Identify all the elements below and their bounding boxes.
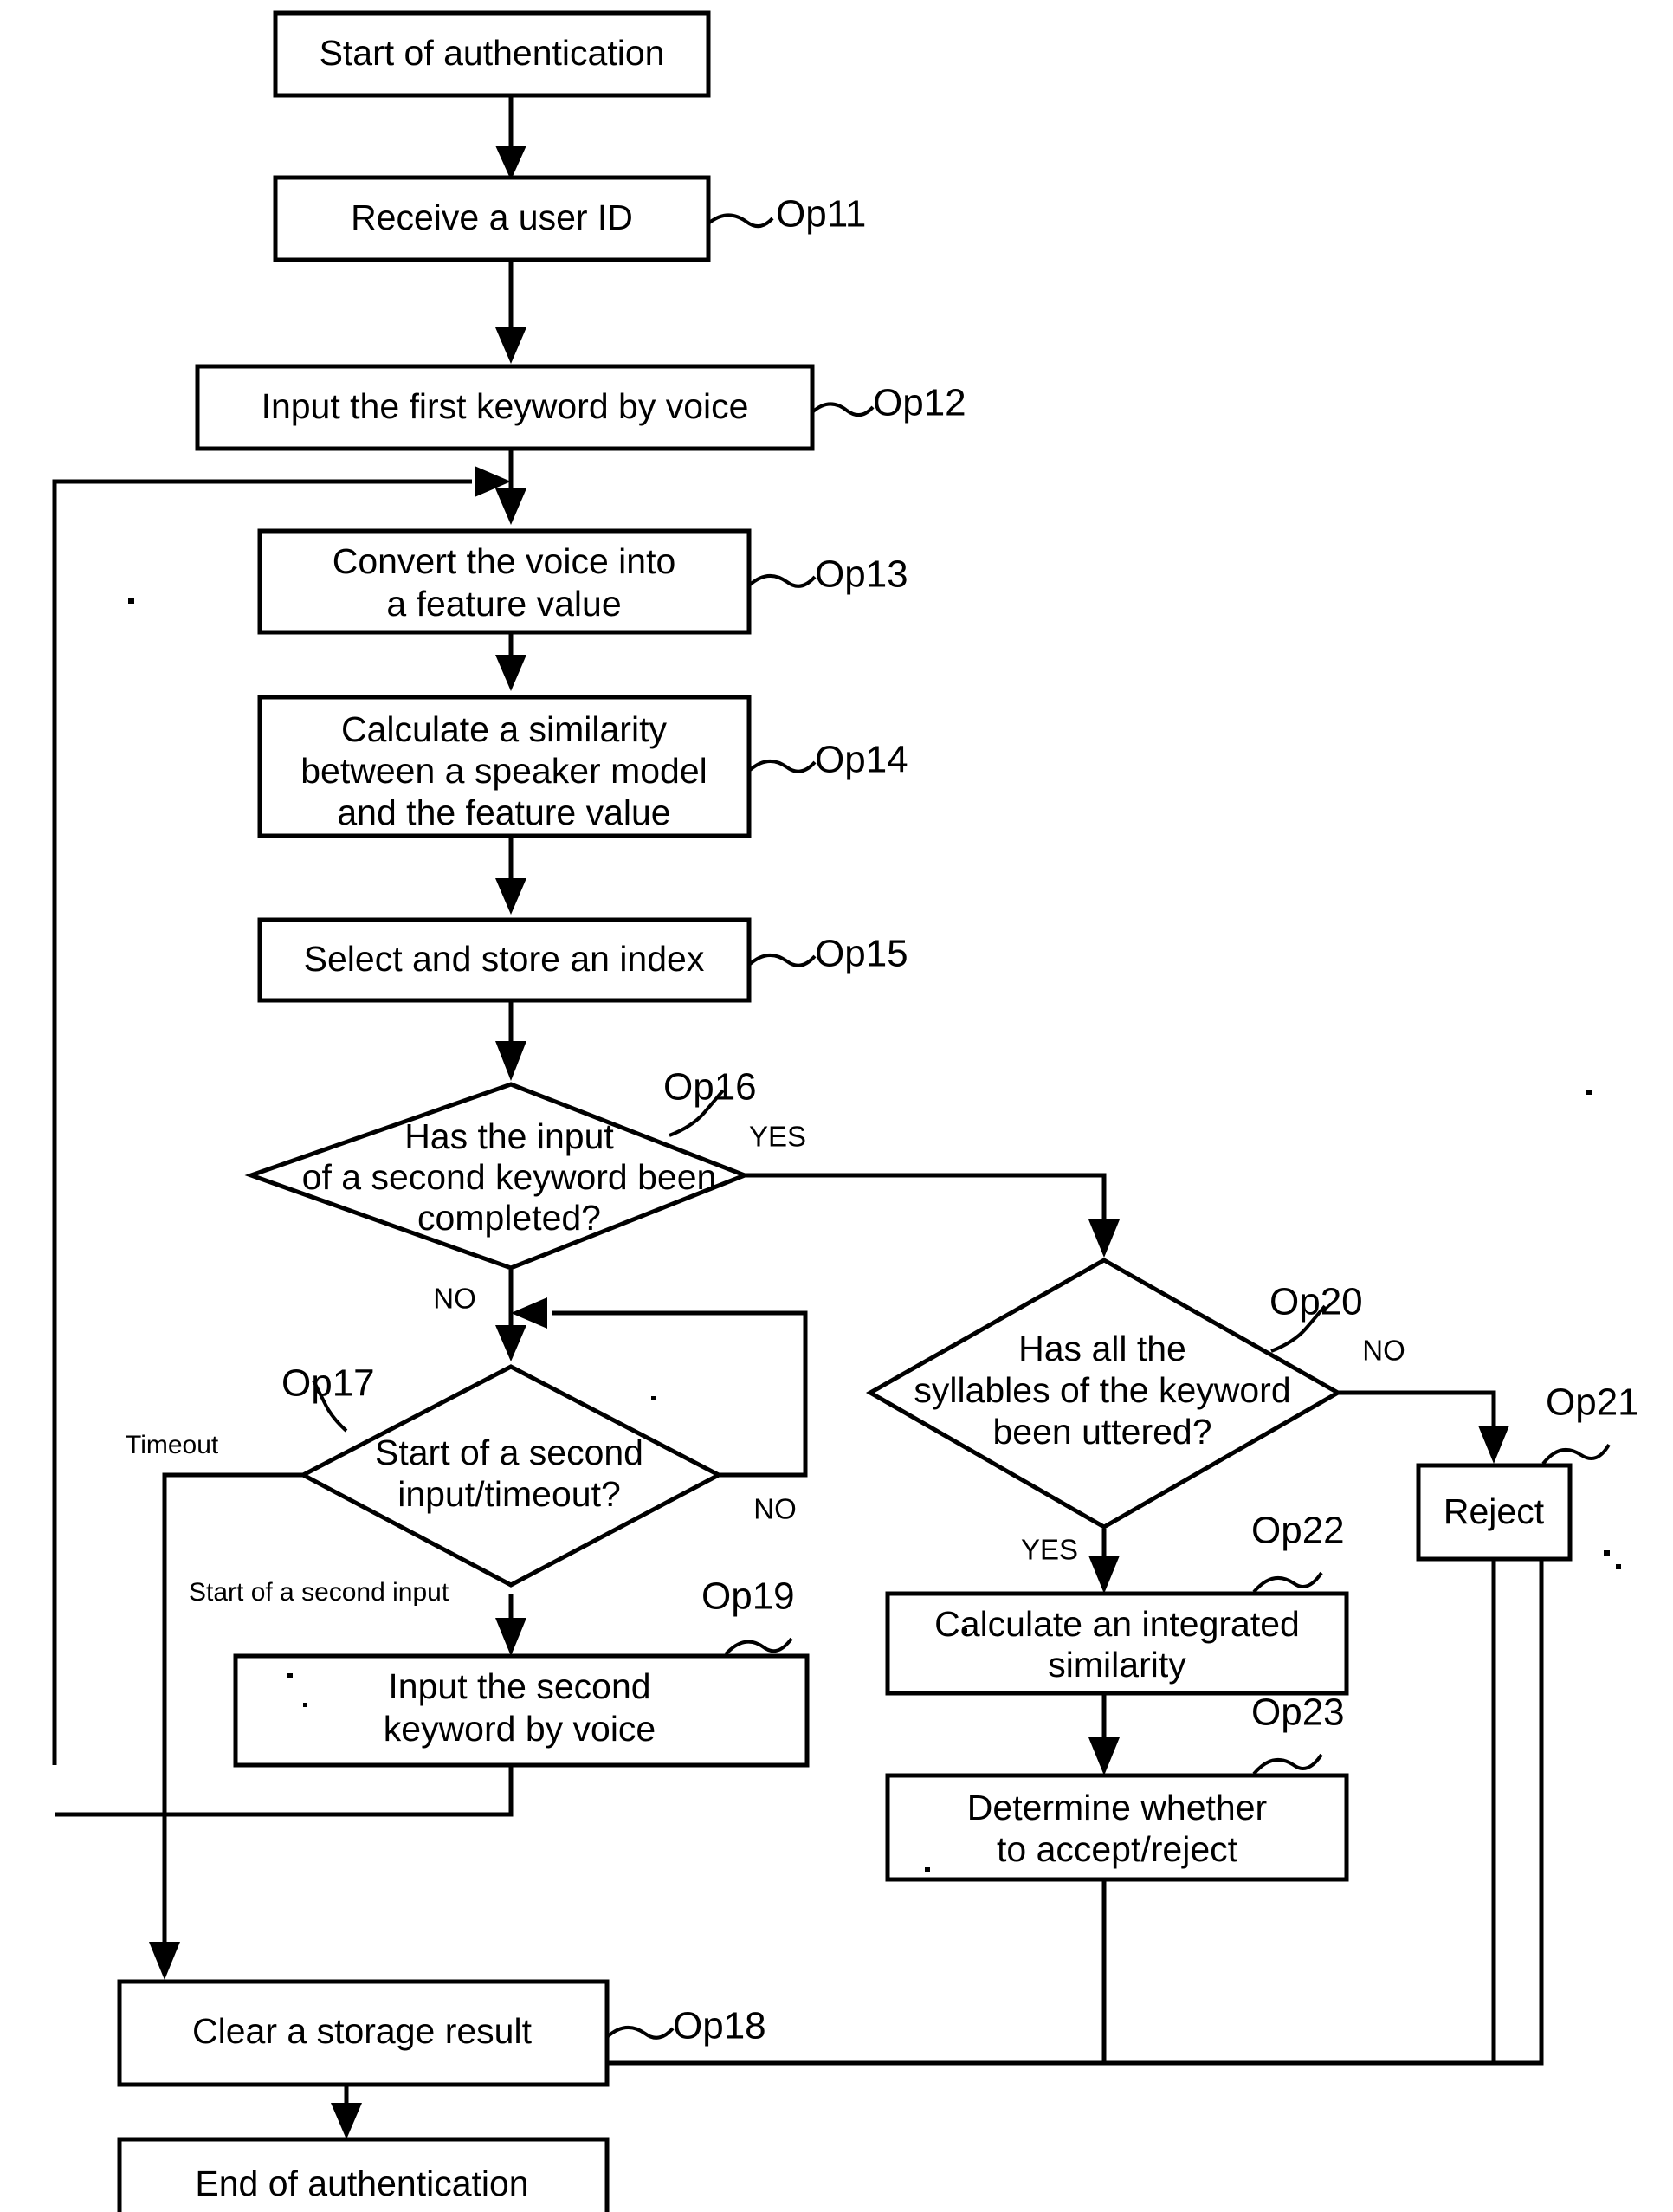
- op-label-op11: Op11: [776, 193, 866, 236]
- branch-label-op17-timeout: Timeout: [126, 1431, 219, 1459]
- edge-op14-to-op15: [495, 836, 526, 915]
- node-op18[interactable]: Clear a storage result: [117, 1979, 610, 2087]
- node-op20-line2: syllables of the keyword: [914, 1370, 1290, 1410]
- branch-label-op17-no: NO: [753, 1493, 797, 1525]
- edge-op15-to-op16: [495, 1000, 526, 1081]
- op-label-op22: Op22: [1251, 1510, 1345, 1552]
- node-op16-line2: of a second keyword been: [302, 1157, 717, 1197]
- node-op18-label: Clear a storage result: [192, 2011, 533, 2051]
- edge-op17-to-op19: [495, 1594, 526, 1656]
- leader-op23: Op23: [1251, 1691, 1345, 1775]
- op-label-op16: Op16: [663, 1066, 757, 1109]
- node-op15[interactable]: Select and store an index: [257, 917, 752, 1003]
- leader-op15: Op15: [747, 933, 908, 975]
- branch-label-op16-yes: YES: [749, 1121, 806, 1153]
- node-op12-label: Input the first keyword by voice: [262, 386, 749, 426]
- node-op20[interactable]: Has all the syllables of the keyword bee…: [865, 1258, 1343, 1530]
- edge-start-to-op11: [495, 95, 526, 180]
- edge-op22-to-op23: [1088, 1693, 1120, 1775]
- node-start-label: Start of authentication: [320, 33, 665, 73]
- op-label-op13: Op13: [815, 553, 908, 596]
- leader-op14: Op14: [747, 739, 908, 781]
- op-label-op19: Op19: [701, 1575, 795, 1618]
- leader-op18: Op18: [605, 2005, 766, 2047]
- node-op16-line1: Has the input: [404, 1116, 614, 1156]
- node-op20-line3: been uttered?: [992, 1412, 1211, 1452]
- node-op14-line3: and the feature value: [337, 792, 670, 832]
- node-op14-line1: Calculate a similarity: [341, 709, 667, 749]
- edge-op19-loop-back: [55, 1765, 514, 1817]
- node-op23[interactable]: Determine whether to accept/reject: [885, 1773, 1349, 1882]
- branch-label-op17-second-input: Start of a second input: [189, 1578, 449, 1607]
- node-end-label: End of authentication: [195, 2163, 528, 2203]
- node-op16-line3: completed?: [417, 1198, 601, 1238]
- node-op22[interactable]: Calculate an integrated similarity: [885, 1591, 1349, 1696]
- node-op11-label: Receive a user ID: [351, 197, 633, 237]
- leader-op22: Op22: [1251, 1510, 1345, 1594]
- node-op21[interactable]: Reject: [1416, 1463, 1573, 1562]
- leader-op20: Op20: [1269, 1281, 1363, 1353]
- node-op19-line2: keyword by voice: [384, 1709, 656, 1749]
- node-op16[interactable]: Has the input of a second keyword been c…: [244, 1082, 751, 1271]
- op-label-op23: Op23: [1251, 1691, 1345, 1734]
- edge-op13-to-op14: [495, 632, 526, 691]
- edge-op16-yes-to-op20: [745, 1173, 1120, 1258]
- node-op17-line1: Start of a second: [375, 1433, 643, 1472]
- op-label-op18: Op18: [673, 2005, 766, 2047]
- node-op23-line2: to accept/reject: [997, 1829, 1238, 1869]
- leader-op17: Op17: [281, 1362, 375, 1433]
- edge-op11-to-op12: [495, 260, 526, 364]
- flowchart-canvas: Start of authentication Receive a user I…: [0, 0, 1673, 2212]
- edge-op18-to-end: [331, 2085, 362, 2139]
- node-op12[interactable]: Input the first keyword by voice: [195, 364, 815, 451]
- leader-op13: Op13: [747, 553, 908, 596]
- branch-label-op16-no: NO: [433, 1283, 476, 1315]
- node-op13[interactable]: Convert the voice into a feature value: [257, 528, 752, 635]
- node-op21-label: Reject: [1444, 1491, 1545, 1531]
- node-op13-line2: a feature value: [386, 584, 621, 624]
- node-end[interactable]: End of authentication: [117, 2137, 610, 2212]
- edge-op20-yes-to-op22: [1088, 1529, 1120, 1594]
- leader-op19: Op19: [701, 1575, 795, 1656]
- node-op23-line1: Determine whether: [967, 1788, 1267, 1827]
- leader-op16: Op16: [663, 1066, 757, 1137]
- op-label-op20: Op20: [1269, 1281, 1363, 1323]
- node-start[interactable]: Start of authentication: [273, 10, 711, 98]
- branch-label-op20-no: NO: [1362, 1335, 1405, 1367]
- node-op13-line1: Convert the voice into: [333, 541, 676, 581]
- leader-op12: Op12: [811, 382, 966, 424]
- leader-op11: Op11: [707, 193, 866, 236]
- node-op11[interactable]: Receive a user ID: [273, 175, 711, 262]
- node-op17-line2: input/timeout?: [397, 1474, 621, 1514]
- op-label-op17: Op17: [281, 1362, 375, 1405]
- node-op22-line2: similarity: [1048, 1645, 1186, 1685]
- edge-op12-to-op13: [495, 449, 526, 525]
- op-label-op14: Op14: [815, 739, 908, 781]
- flowchart-svg: Start of authentication Receive a user I…: [52, 10, 1639, 2212]
- node-op20-line1: Has all the: [1018, 1329, 1186, 1368]
- branch-label-op20-yes: YES: [1021, 1534, 1078, 1566]
- node-op19-line1: Input the second: [388, 1666, 650, 1706]
- node-op14-line2: between a speaker model: [300, 751, 707, 791]
- op-label-op15: Op15: [815, 933, 908, 975]
- node-op14[interactable]: Calculate a similarity between a speaker…: [257, 695, 752, 838]
- op-label-op12: Op12: [873, 382, 966, 424]
- op-label-op21: Op21: [1546, 1381, 1639, 1424]
- node-op22-line1: Calculate an integrated: [934, 1604, 1300, 1644]
- edge-op20-no-to-op21: [1338, 1390, 1509, 1464]
- node-op19[interactable]: Input the second keyword by voice: [233, 1653, 810, 1768]
- leader-op21: Op21: [1541, 1381, 1639, 1465]
- node-op15-label: Select and store an index: [304, 939, 705, 979]
